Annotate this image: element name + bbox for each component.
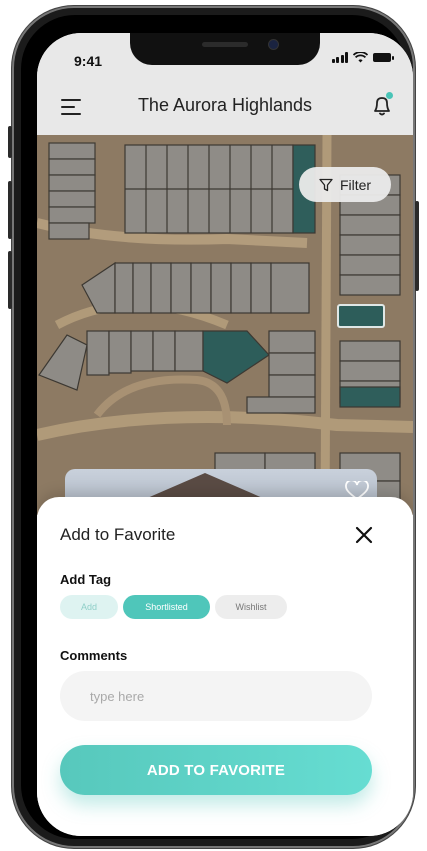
cellular-signal-icon [331, 52, 348, 63]
wifi-icon [353, 52, 368, 63]
add-to-favorite-button[interactable]: ADD TO FAVORITE [60, 745, 372, 795]
mute-switch [8, 126, 12, 158]
add-tag-label: Add Tag [60, 572, 112, 587]
filter-button[interactable]: Filter [299, 167, 391, 202]
map-view[interactable]: Filter [37, 135, 413, 515]
app-screen: 9:41 The Aurora Highlands Filter Add to … [37, 33, 413, 836]
tag-shortlisted[interactable]: Shortlisted [123, 595, 210, 619]
status-icons [331, 52, 394, 63]
comments-input[interactable] [60, 671, 372, 721]
sheet-title: Add to Favorite [60, 525, 176, 544]
notification-dot [386, 92, 393, 99]
volume-up-button [8, 181, 12, 239]
app-header: 9:41 The Aurora Highlands [37, 33, 413, 135]
comments-label: Comments [60, 648, 128, 663]
notch [130, 33, 320, 65]
power-button [415, 201, 419, 291]
filter-label: Filter [339, 176, 372, 193]
funnel-icon [319, 178, 333, 191]
speaker [202, 42, 248, 47]
tag-list: Add Shortlisted Wishlist [60, 595, 287, 619]
page-title: The Aurora Highlands [137, 95, 313, 115]
front-camera [269, 40, 278, 49]
add-to-favorite-sheet: Add to Favorite Add Tag Add Shortlisted … [37, 497, 413, 836]
house-image [145, 473, 265, 499]
tag-add[interactable]: Add [60, 595, 118, 619]
status-time: 9:41 [74, 53, 103, 69]
close-icon[interactable] [354, 525, 374, 545]
tag-wishlist[interactable]: Wishlist [215, 595, 287, 619]
battery-icon [373, 53, 394, 62]
volume-down-button [8, 251, 12, 309]
